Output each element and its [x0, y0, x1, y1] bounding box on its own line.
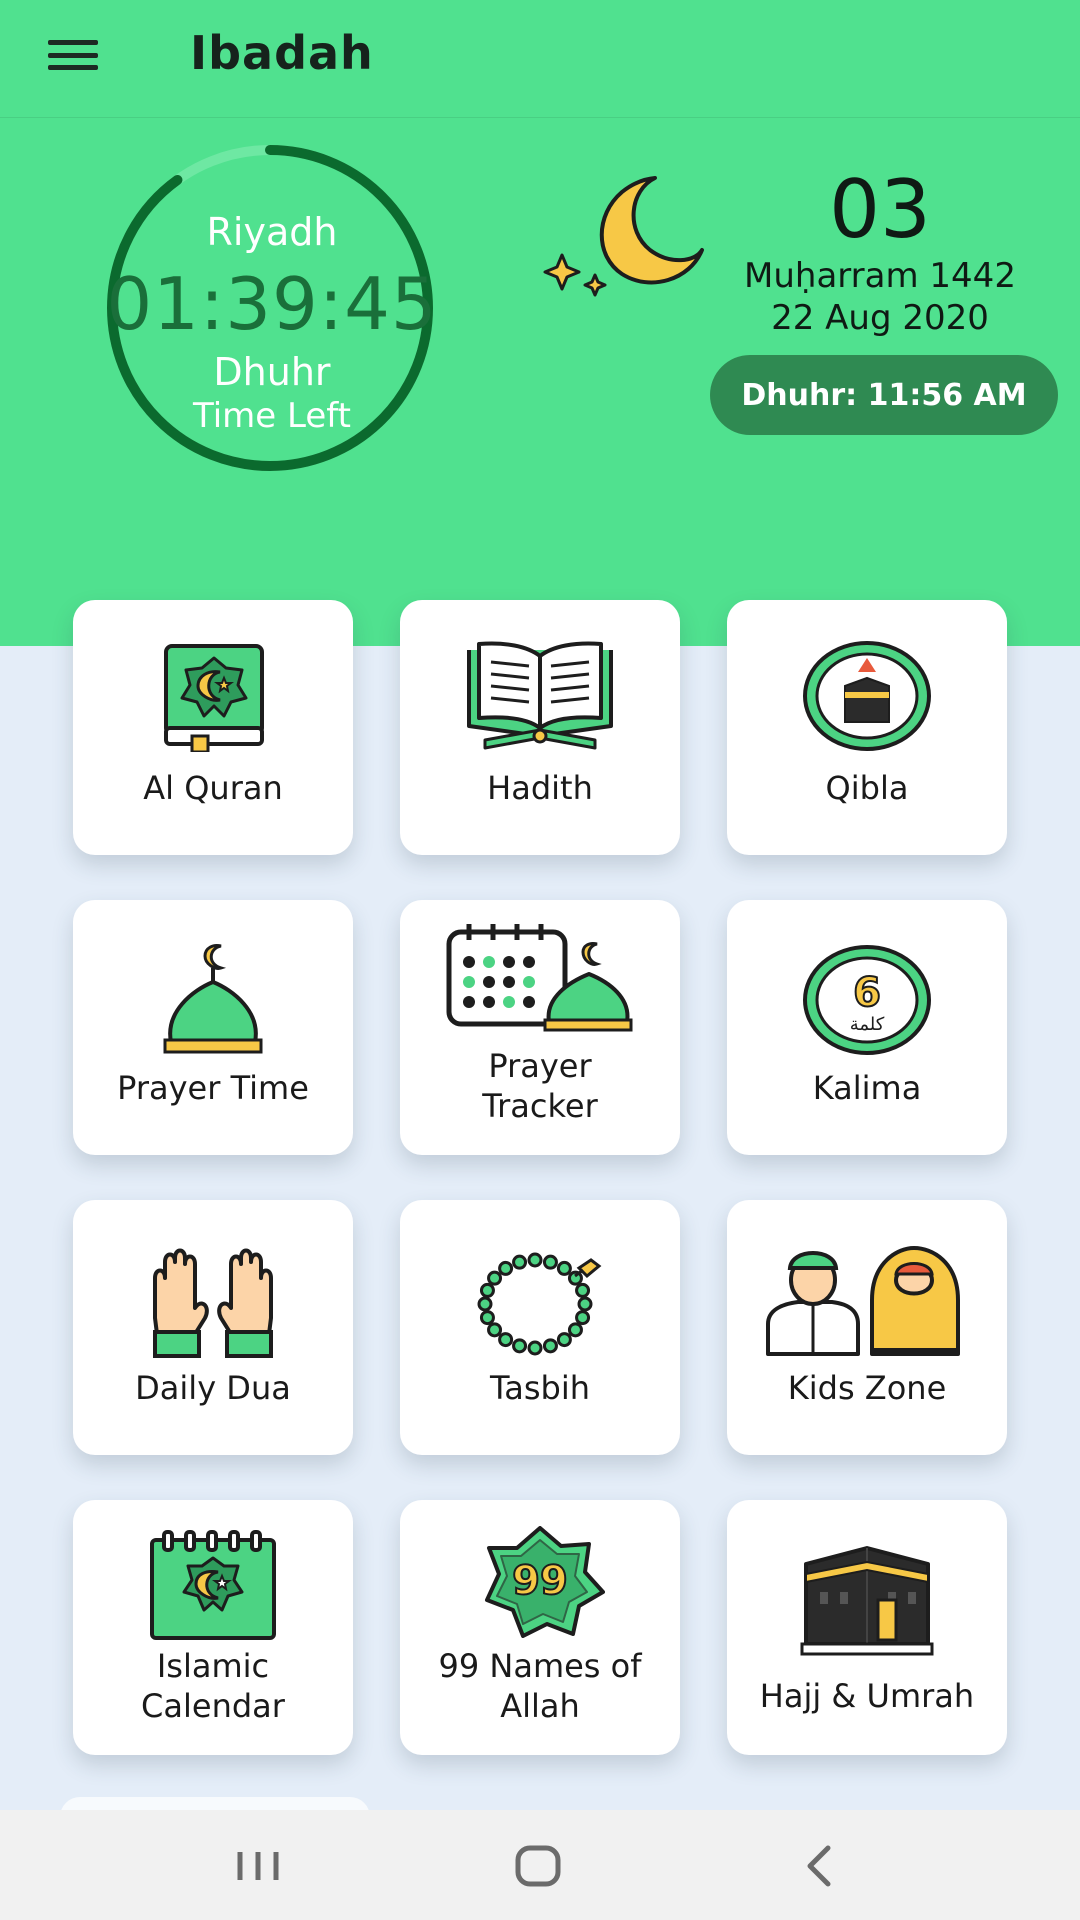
tile-kalima[interactable]: 6 كلمة Kalima	[727, 900, 1007, 1155]
bead	[542, 1254, 558, 1270]
bead	[577, 1296, 593, 1312]
tile-label: Qibla	[825, 769, 909, 807]
calendar-mosque-icon	[445, 922, 635, 1038]
tile-label: Kalima	[812, 1069, 922, 1107]
bead	[527, 1252, 543, 1268]
back-icon[interactable]	[790, 1838, 850, 1894]
quran-book-icon	[158, 640, 268, 756]
bead	[487, 1322, 503, 1338]
bead	[487, 1270, 503, 1286]
bead	[512, 1254, 528, 1270]
hijri-month-year: Muḥarram 1442	[744, 256, 1016, 296]
praying-hands-icon	[145, 1248, 281, 1364]
tile-99-names[interactable]: 99 99 Names of Allah	[400, 1500, 680, 1755]
tile-label: Kids Zone	[787, 1369, 947, 1407]
tile-label: Islamic Calendar	[141, 1647, 285, 1725]
tile-label: Hadith	[487, 769, 593, 807]
tile-label: Prayer Time	[117, 1069, 309, 1107]
hijri-day: 03	[829, 163, 931, 256]
tile-kids-zone[interactable]: Kids Zone	[727, 1200, 1007, 1455]
bead	[512, 1338, 528, 1354]
names-badge: 99	[512, 1558, 568, 1604]
qibla-compass-icon	[800, 640, 934, 756]
bead	[575, 1310, 591, 1326]
tile-label: Tasbih	[489, 1369, 590, 1407]
tile-hajj-umrah[interactable]: Hajj & Umrah	[727, 1500, 1007, 1755]
tile-label: Prayer Tracker	[482, 1047, 598, 1125]
date-block: 03 Muḥarram 1442 22 Aug 2020	[720, 165, 1040, 339]
bead	[542, 1338, 558, 1354]
hamburger-menu-icon[interactable]	[48, 40, 98, 70]
next-prayer-name: Dhuhr	[213, 350, 331, 394]
tile-label: Hajj & Umrah	[759, 1677, 975, 1715]
bead	[556, 1332, 572, 1348]
bead	[498, 1332, 514, 1348]
bead	[556, 1260, 572, 1276]
next-prayer-pill[interactable]: Dhuhr: 11:56 AM	[710, 355, 1058, 435]
bead	[479, 1310, 495, 1326]
bead	[575, 1282, 591, 1298]
bead	[527, 1340, 543, 1356]
prayer-beads-icon	[475, 1246, 605, 1362]
kalima-number: 6	[853, 970, 881, 1016]
kids-icon	[762, 1244, 972, 1360]
open-book-icon	[465, 640, 615, 756]
gregorian-date: 22 Aug 2020	[771, 298, 989, 338]
tile-label: Al Quran	[143, 769, 283, 807]
kalima-icon: 6 كلمة	[800, 944, 934, 1060]
city-name: Riyadh	[206, 210, 338, 254]
islamic-calendar-icon	[146, 1530, 280, 1646]
prayer-countdown: Riyadh 01:39:45 Dhuhr Time Left	[72, 140, 472, 478]
kalima-arabic: كلمة	[850, 1014, 885, 1035]
tile-qibla[interactable]: Qibla	[727, 600, 1007, 855]
home-icon[interactable]	[508, 1838, 568, 1894]
app-title: Ibadah	[190, 26, 374, 80]
ninety-nine-names-icon: 99	[475, 1526, 605, 1642]
tile-label: Daily Dua	[135, 1369, 291, 1407]
tile-prayer-tracker[interactable]: Prayer Tracker	[400, 900, 680, 1155]
crescent-moon-icon	[540, 170, 710, 300]
tile-prayer-time[interactable]: Prayer Time	[73, 900, 353, 1155]
tile-hadith[interactable]: Hadith	[400, 600, 680, 855]
mosque-dome-icon	[163, 942, 263, 1058]
system-navigation-bar	[0, 1810, 1080, 1920]
bead	[567, 1322, 583, 1338]
tile-tasbih[interactable]: Tasbih	[400, 1200, 680, 1455]
tile-daily-dua[interactable]: Daily Dua	[73, 1200, 353, 1455]
tile-islamic-calendar[interactable]: Islamic Calendar	[73, 1500, 353, 1755]
bead	[479, 1282, 495, 1298]
kaaba-icon	[800, 1544, 934, 1660]
app-bar: Ibadah	[0, 0, 1080, 118]
time-left-caption: Time Left	[193, 396, 351, 436]
recents-icon[interactable]	[228, 1838, 288, 1894]
time-left-value: 01:39:45	[106, 262, 438, 346]
bead	[498, 1260, 514, 1276]
tile-al-quran[interactable]: Al Quran	[73, 600, 353, 855]
tile-label: 99 Names of Allah	[438, 1647, 642, 1725]
bead	[477, 1296, 493, 1312]
